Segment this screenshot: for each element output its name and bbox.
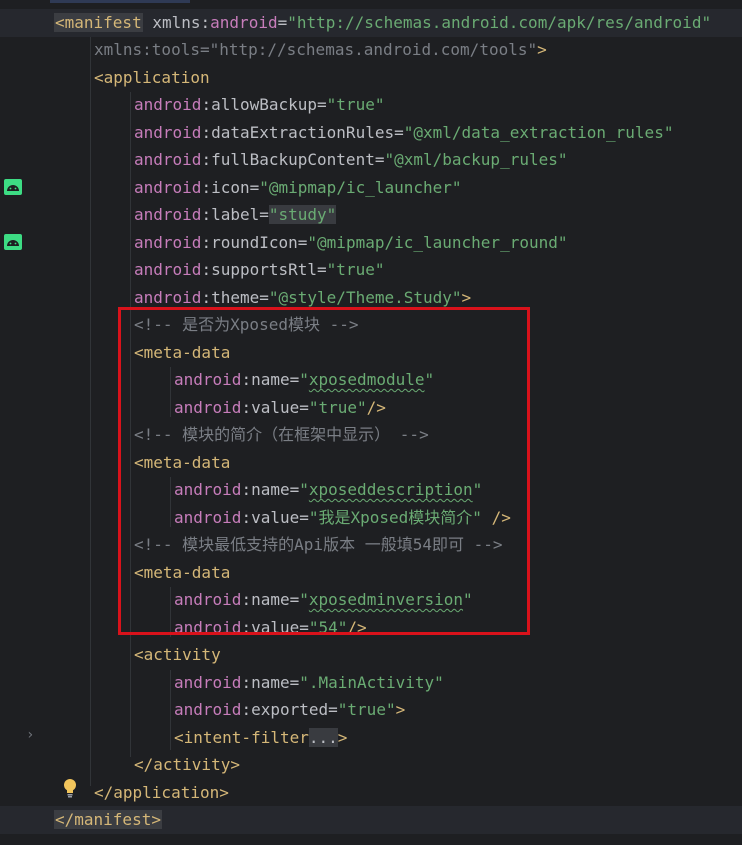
editor-top-edge: [0, 0, 742, 8]
lightbulb-icon[interactable]: [62, 778, 78, 798]
code-line[interactable]: <manifest xmlns:android="http://schemas.…: [0, 9, 742, 37]
android-icon[interactable]: [4, 179, 22, 195]
code-line[interactable]: android:roundIcon="@mipmap/ic_launcher_r…: [134, 229, 568, 257]
code-line[interactable]: <intent-filter...>: [174, 724, 347, 752]
code-line[interactable]: android:icon="@mipmap/ic_launcher": [134, 174, 462, 202]
indent-guide: [170, 670, 171, 750]
code-line[interactable]: android:exported="true">: [174, 696, 405, 724]
android-icon[interactable]: [4, 234, 22, 250]
code-line[interactable]: </activity>: [134, 751, 240, 779]
chevron-right-icon[interactable]: ›: [26, 727, 34, 743]
code-line[interactable]: <application: [94, 64, 210, 92]
manifest-close-tag: </manifest>: [54, 810, 162, 829]
code-line[interactable]: android:allowBackup="true": [134, 91, 384, 119]
code-line[interactable]: android:supportsRtl="true": [134, 256, 384, 284]
code-line[interactable]: android:label="study": [134, 201, 337, 229]
code-line[interactable]: <activity: [134, 641, 221, 669]
code-line[interactable]: android:fullBackupContent="@xml/backup_r…: [134, 146, 568, 174]
manifest-open-tag: <manifest: [54, 13, 143, 32]
highlight-annotation-box: [118, 307, 530, 635]
code-line[interactable]: </application>: [94, 779, 229, 807]
code-line[interactable]: </manifest>: [0, 806, 742, 834]
editor-gutter: [0, 0, 50, 845]
indent-guide: [90, 36, 91, 786]
code-line[interactable]: android:name=".MainActivity": [174, 669, 444, 697]
code-line[interactable]: xmlns:tools="http://schemas.android.com/…: [94, 36, 547, 64]
code-line[interactable]: android:dataExtractionRules="@xml/data_e…: [134, 119, 673, 147]
folded-region[interactable]: ...: [308, 728, 338, 747]
